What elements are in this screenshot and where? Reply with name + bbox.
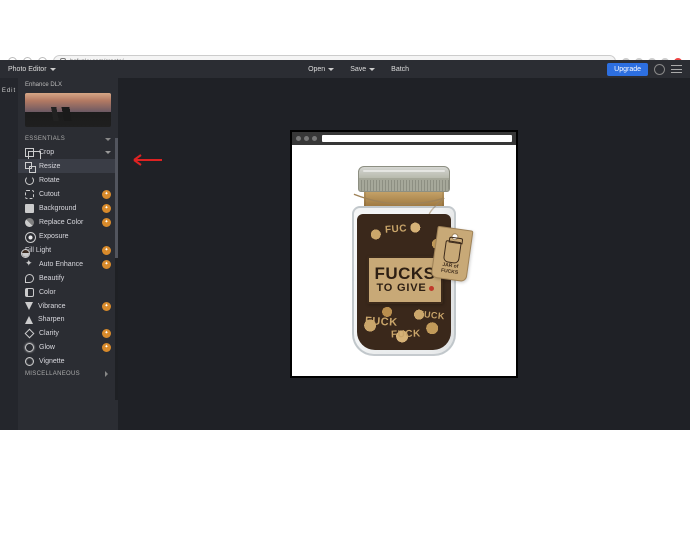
chevron-down-icon — [328, 68, 334, 71]
save-menu[interactable]: Save — [350, 66, 375, 73]
main-area: Edit Enhance DLX ESSENTIALS Crop Resize … — [0, 78, 690, 430]
vibrance-icon — [25, 302, 33, 310]
section-essentials[interactable]: ESSENTIALS — [18, 133, 118, 145]
sidebar: Enhance DLX ESSENTIALS Crop Resize Rotat… — [18, 78, 118, 430]
tool-rotate[interactable]: Rotate — [18, 173, 118, 187]
premium-badge-icon — [102, 218, 111, 227]
open-menu[interactable]: Open — [308, 66, 334, 73]
scatter-text: FUCK — [418, 308, 446, 321]
label-dot-icon — [429, 286, 434, 291]
help-icon[interactable] — [654, 64, 665, 75]
image-thumbnail[interactable] — [25, 93, 111, 127]
annotation-arrow-icon — [132, 153, 166, 167]
premium-badge-icon — [102, 246, 111, 255]
chevron-down-icon — [50, 68, 56, 71]
tool-cutout[interactable]: Cutout — [18, 187, 118, 201]
cutout-icon — [25, 190, 34, 199]
tool-replace-color[interactable]: Replace Color — [18, 215, 118, 229]
sharpen-icon — [25, 316, 33, 324]
auto-enhance-icon — [25, 260, 34, 269]
section-miscellaneous[interactable]: MISCELLANEOUS — [18, 368, 118, 380]
traffic-light-icon — [304, 136, 309, 141]
scatter-text: FUCK — [391, 328, 421, 340]
tool-fill-light[interactable]: Fill Light — [18, 243, 118, 257]
sidebar-tab-label: Enhance DLX — [18, 78, 118, 90]
beautify-icon — [25, 274, 34, 283]
premium-badge-icon — [102, 260, 111, 269]
replace-color-icon — [25, 218, 34, 227]
upgrade-button[interactable]: Upgrade — [607, 63, 648, 76]
scatter-text: FUCK — [365, 315, 398, 329]
image-frame: FUC FUCK FUCK FUCK FUCKS TO GIVE — [290, 130, 518, 378]
mock-window-chrome — [292, 132, 516, 145]
resize-icon — [25, 162, 34, 171]
exposure-icon — [25, 232, 34, 241]
traffic-light-icon — [312, 136, 317, 141]
color-icon — [25, 288, 34, 297]
premium-badge-icon — [102, 343, 111, 352]
tool-vibrance[interactable]: Vibrance — [18, 299, 118, 313]
app-menu[interactable]: Photo Editor — [8, 66, 110, 73]
edited-image[interactable]: FUC FUCK FUCK FUCK FUCKS TO GIVE — [292, 145, 516, 376]
rotate-icon — [25, 176, 34, 185]
tag-text-2: FUCKS — [441, 268, 459, 275]
app-name: Photo Editor — [8, 66, 47, 73]
background-icon — [25, 204, 34, 213]
tag-jar-icon — [443, 240, 462, 264]
hang-tag: JAR of FUCKS — [431, 225, 474, 282]
premium-badge-icon — [102, 302, 111, 311]
crop-icon — [25, 148, 34, 157]
vignette-icon — [25, 357, 34, 366]
tool-auto-enhance[interactable]: Auto Enhance — [18, 257, 118, 271]
tool-color[interactable]: Color — [18, 285, 118, 299]
traffic-light-icon — [296, 136, 301, 141]
canvas-area[interactable]: FUC FUCK FUCK FUCK FUCKS TO GIVE — [118, 78, 690, 430]
jar-lid — [358, 166, 450, 192]
tool-crop[interactable]: Crop — [18, 145, 118, 159]
premium-badge-icon — [102, 190, 111, 199]
mock-address-bar — [322, 135, 512, 142]
glow-icon — [25, 343, 34, 352]
left-rail: Edit — [0, 78, 18, 430]
batch-menu[interactable]: Batch — [391, 66, 409, 73]
label-line2: TO GIVE — [376, 282, 433, 294]
edit-rail-label: Edit — [2, 88, 16, 430]
app-topbar: Photo Editor Open Save Batch Upgrade — [0, 60, 690, 78]
tool-resize[interactable]: Resize — [18, 159, 118, 173]
premium-badge-icon — [102, 329, 111, 338]
scatter-text: FUC — [385, 223, 408, 236]
chevron-right-icon — [105, 371, 111, 377]
chevron-down-icon — [105, 138, 111, 141]
tool-glow[interactable]: Glow — [18, 340, 118, 354]
tool-exposure[interactable]: Exposure — [18, 229, 118, 243]
app-window: Photo Editor Open Save Batch Upgrade Edi… — [0, 60, 690, 440]
product-jar: FUC FUCK FUCK FUCK FUCKS TO GIVE — [344, 166, 464, 356]
premium-badge-icon — [102, 204, 111, 213]
hamburger-icon[interactable] — [671, 65, 682, 73]
tool-sharpen[interactable]: Sharpen — [18, 313, 118, 326]
tool-background[interactable]: Background — [18, 201, 118, 215]
tool-clarity[interactable]: Clarity — [18, 326, 118, 340]
chevron-down-icon — [105, 151, 111, 154]
jar-neck — [364, 192, 444, 206]
tool-beautify[interactable]: Beautify — [18, 271, 118, 285]
tool-vignette[interactable]: Vignette — [18, 354, 118, 368]
chevron-down-icon — [369, 68, 375, 71]
label-line1: FUCKS — [374, 265, 435, 282]
clarity-icon — [25, 328, 35, 338]
